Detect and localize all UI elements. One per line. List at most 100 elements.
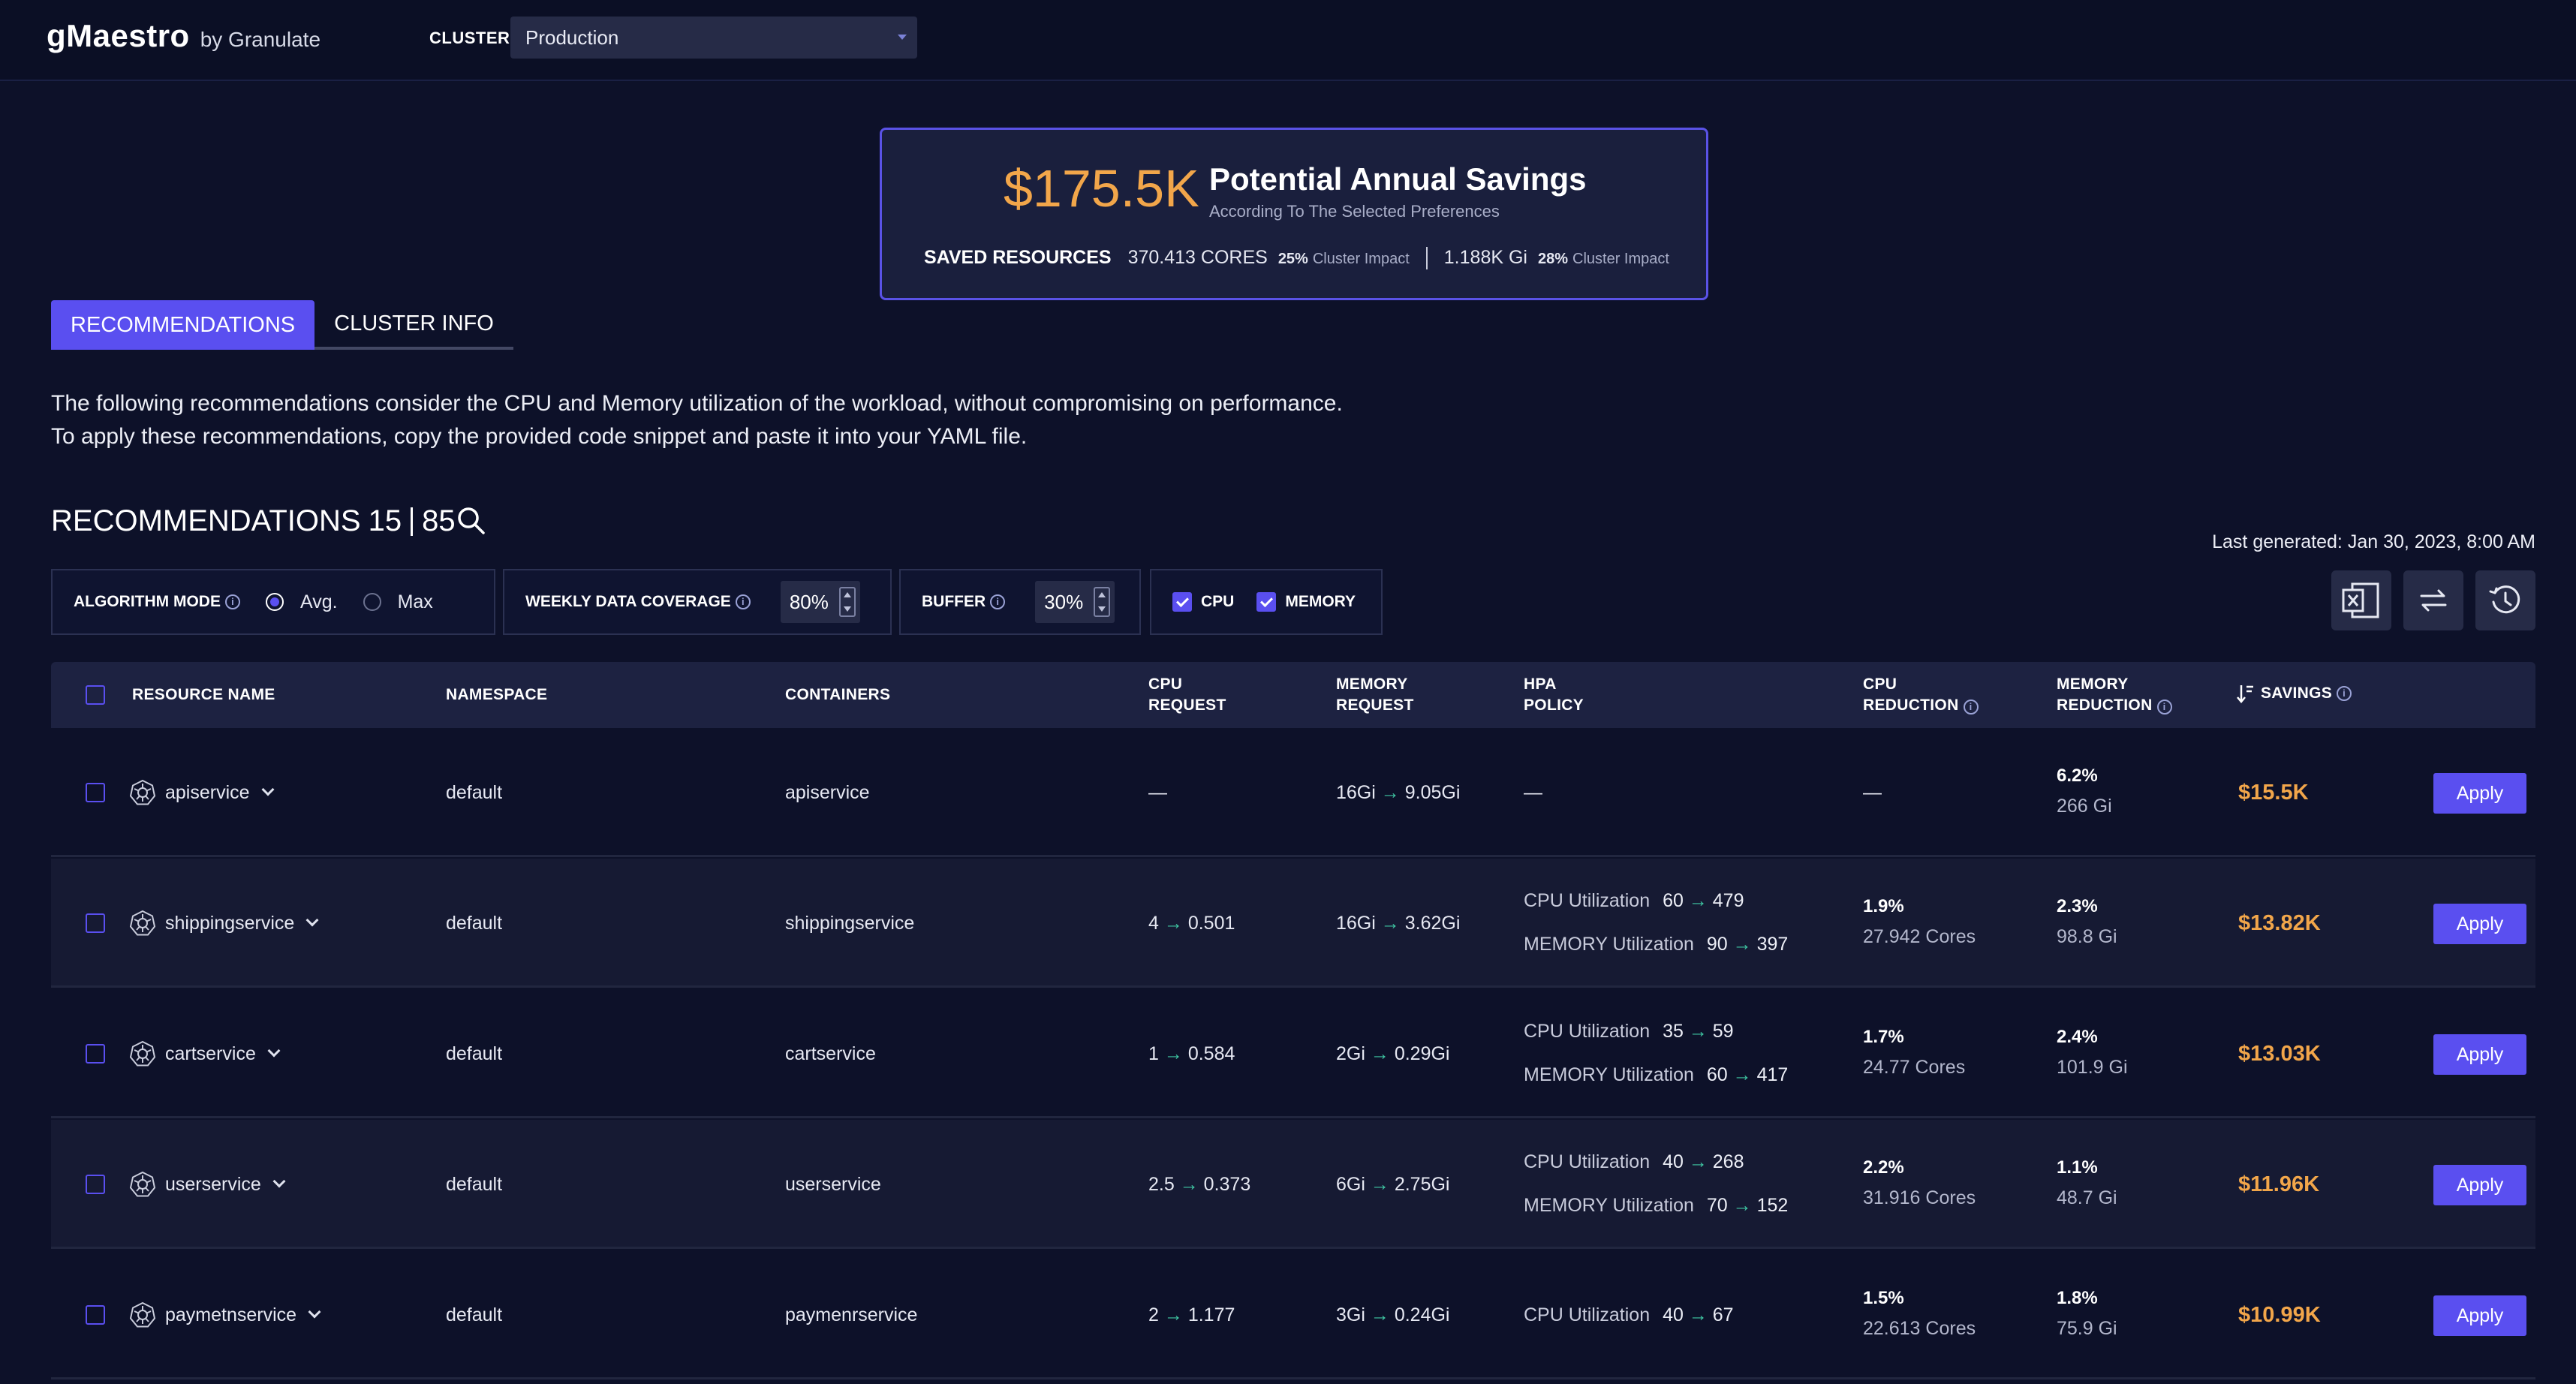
chevron-down-icon[interactable] xyxy=(261,783,275,796)
arrow-right-icon: → xyxy=(1727,934,1757,955)
tab-cluster-info[interactable]: CLUSTER INFO xyxy=(314,300,513,350)
table-row[interactable]: cartservice default cartservice 1 → 0.58… xyxy=(51,989,2535,1118)
row-checkbox[interactable] xyxy=(86,1044,105,1064)
hpa-memory-from: 90 xyxy=(1706,934,1728,955)
row-checkbox[interactable] xyxy=(86,1305,105,1325)
info-icon[interactable]: i xyxy=(735,594,751,609)
row-checkbox[interactable] xyxy=(86,783,105,802)
hpa-cpu-policy: CPU Utilization 60 → 479 xyxy=(1524,890,1744,912)
hpa-memory-from: 70 xyxy=(1706,1195,1728,1216)
apply-button-label: Apply xyxy=(2456,1043,2504,1065)
resource-name[interactable]: shippingservice xyxy=(165,913,319,934)
history-button[interactable] xyxy=(2475,570,2535,630)
radio-avg[interactable] xyxy=(265,593,284,611)
apply-button[interactable]: Apply xyxy=(2433,904,2526,944)
cpu-reduction-pct: 1.5% xyxy=(1863,1288,1904,1308)
cpu-checkbox[interactable] xyxy=(1172,592,1192,612)
kubernetes-icon xyxy=(129,779,156,805)
arrow-right-icon: → xyxy=(1365,1043,1395,1064)
description: The following recommendations consider t… xyxy=(51,387,1343,453)
apply-button[interactable]: Apply xyxy=(2433,1034,2526,1075)
header-hpa-policy-line1: HPA xyxy=(1524,675,1557,693)
row-checkbox[interactable] xyxy=(86,1175,105,1194)
cpu-request-cell: 2 → 1.177 xyxy=(1148,1304,1235,1326)
hpa-cpu-to: 59 xyxy=(1712,1021,1734,1042)
namespace-cell: default xyxy=(446,1043,503,1064)
stepper-icon[interactable] xyxy=(1094,587,1111,617)
resource-name[interactable]: userservice xyxy=(165,1174,286,1196)
radio-max[interactable] xyxy=(363,593,381,611)
radio-max-label: Max xyxy=(397,591,433,612)
buffer-control: BUFFER i 30% xyxy=(899,569,1141,635)
algorithm-mode-control: ALGORITHM MODE i Avg. Max xyxy=(51,569,495,635)
cpu-request-from: 4 xyxy=(1148,913,1159,934)
header-memory-request[interactable]: MEMORY REQUEST xyxy=(1336,674,1414,716)
hpa-cpu-policy: CPU Utilization 40 → 268 xyxy=(1524,1151,1744,1173)
apply-button[interactable]: Apply xyxy=(2433,1165,2526,1205)
info-icon[interactable]: i xyxy=(2156,700,2172,715)
cpu-reduction-value: 27.942 Cores xyxy=(1863,926,1976,947)
header-resource-name[interactable]: RESOURCE NAME xyxy=(132,684,275,706)
excel-icon xyxy=(2342,582,2379,618)
info-icon[interactable]: i xyxy=(1963,700,1979,715)
resource-name[interactable]: cartservice xyxy=(165,1043,281,1065)
cpu-reduction-pct: 1.7% xyxy=(1863,1027,1904,1047)
apply-button[interactable]: Apply xyxy=(2433,1295,2526,1336)
header-cpu-reduction[interactable]: CPU REDUCTION i xyxy=(1863,674,1979,716)
arrow-right-icon: → xyxy=(1158,1304,1188,1325)
brand-logo[interactable]: gMaestro by Granulate xyxy=(47,18,320,54)
saved-cores: 370.413 CORES xyxy=(1127,247,1268,268)
header-hpa-policy[interactable]: HPA POLICY xyxy=(1524,674,1584,716)
header-memory-reduction[interactable]: MEMORY REDUCTION i xyxy=(2057,674,2172,716)
apply-button[interactable]: Apply xyxy=(2433,773,2526,814)
hpa-memory-to: 417 xyxy=(1756,1064,1789,1085)
tab-recommendations[interactable]: RECOMMENDATIONS xyxy=(51,300,315,350)
header-savings-label: SAVINGS xyxy=(2261,684,2333,702)
resource-name[interactable]: paymetnservice xyxy=(165,1304,321,1326)
chevron-down-icon[interactable] xyxy=(308,1305,321,1319)
arrow-right-icon: → xyxy=(1174,1174,1204,1195)
arrow-right-icon: → xyxy=(1365,1174,1395,1195)
chevron-down-icon[interactable] xyxy=(305,913,319,927)
buffer-input[interactable]: 30% xyxy=(1035,581,1115,623)
hpa-memory-policy: MEMORY Utilization 90 → 397 xyxy=(1524,934,1788,955)
info-icon[interactable]: i xyxy=(224,594,240,609)
export-excel-button[interactable] xyxy=(2331,570,2391,630)
kubernetes-icon xyxy=(129,1171,156,1197)
table-row[interactable]: userservice default userservice 2.5 → 0.… xyxy=(51,1120,2535,1249)
memory-request-from: 16Gi xyxy=(1336,913,1376,934)
table-row[interactable]: shippingservice default shippingservice … xyxy=(51,859,2535,988)
header-savings[interactable]: SAVINGS i xyxy=(2235,683,2352,704)
refresh-button[interactable] xyxy=(2403,570,2463,630)
header-namespace[interactable]: NAMESPACE xyxy=(446,684,547,706)
cpu-request-cell: 2.5 → 0.373 xyxy=(1148,1174,1250,1196)
weekly-coverage-input[interactable]: 80% xyxy=(780,581,860,623)
hpa-memory-to: 397 xyxy=(1756,934,1789,955)
stepper-icon[interactable] xyxy=(838,587,856,617)
hpa-cpu-label: CPU Utilization xyxy=(1524,890,1651,911)
search-icon[interactable] xyxy=(455,504,488,537)
info-icon[interactable]: i xyxy=(2337,686,2352,701)
memory-request-to: 0.29Gi xyxy=(1394,1043,1450,1064)
info-icon[interactable]: i xyxy=(990,594,1006,609)
table-row[interactable]: paymetnservice default paymenrservice 2 … xyxy=(51,1250,2535,1379)
cpu-request-from: 2 xyxy=(1148,1304,1159,1325)
chevron-down-icon[interactable] xyxy=(272,1175,286,1188)
hpa-cpu-from: 60 xyxy=(1663,890,1684,911)
hpa-cpu-from: 40 xyxy=(1663,1304,1684,1325)
row-checkbox[interactable] xyxy=(86,913,105,933)
header-cpu-request[interactable]: CPU REQUEST xyxy=(1148,674,1226,716)
arrow-right-icon: → xyxy=(1683,1021,1713,1042)
cpu-request-cell: 4 → 0.501 xyxy=(1148,913,1235,934)
select-all-checkbox[interactable] xyxy=(86,685,105,705)
cluster-select[interactable]: Production xyxy=(510,17,917,59)
header-cpu-reduction-line2-wrap: REDUCTION i xyxy=(1863,695,1979,716)
header-containers[interactable]: CONTAINERS xyxy=(785,684,890,706)
description-line-1: The following recommendations consider t… xyxy=(51,391,1343,416)
table-row[interactable]: apiservice default apiservice — → 16Gi →… xyxy=(51,728,2535,857)
memory-checkbox[interactable] xyxy=(1256,592,1277,612)
memory-reduction-cell: 2.4% 101.9 Gi xyxy=(2057,1027,2128,1079)
resource-name[interactable]: apiservice xyxy=(165,782,275,804)
sort-descending-icon[interactable] xyxy=(2235,683,2255,704)
chevron-down-icon[interactable] xyxy=(267,1044,281,1058)
